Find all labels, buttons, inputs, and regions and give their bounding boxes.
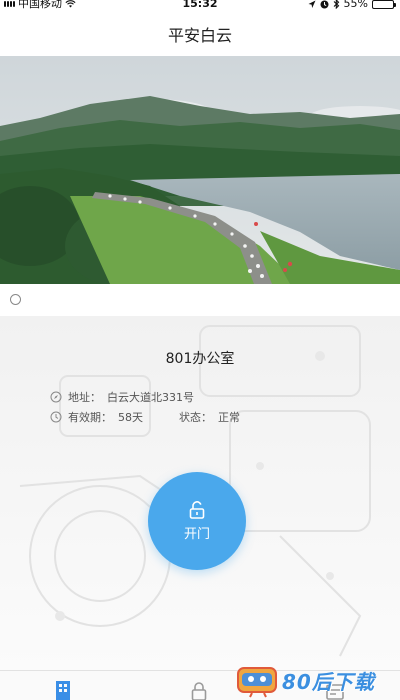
status-value: 正常 <box>218 411 240 424</box>
carousel-indicator[interactable] <box>10 294 21 305</box>
navigation-bar: 平安白云 <box>0 12 400 56</box>
banner-landscape-illustration <box>0 56 400 284</box>
clock-icon <box>50 411 62 423</box>
compass-icon <box>50 391 62 403</box>
watermark: 80后下载 <box>236 664 400 700</box>
battery-percent: 55% <box>343 0 368 10</box>
validity-row: 有效期： 58天 状态： 正常 <box>50 409 240 425</box>
status-right: 55% <box>308 0 396 10</box>
lock-icon[interactable] <box>188 679 210 700</box>
building-icon[interactable] <box>52 679 74 700</box>
location-arrow-icon <box>308 0 316 8</box>
open-door-label: 开门 <box>183 526 210 542</box>
banner-image[interactable] <box>0 56 400 284</box>
watermark-logo-icon <box>237 667 277 698</box>
status-bar: 中国移动 15:32 55% <box>0 0 400 12</box>
validity-value: 58天 <box>118 411 143 424</box>
address-row: 地址： 白云大道北331号 <box>50 389 194 405</box>
bluetooth-icon <box>333 0 339 9</box>
alarm-icon <box>320 0 329 8</box>
battery-icon <box>372 0 396 9</box>
open-door-button[interactable]: 开门 <box>148 472 246 570</box>
watermark-text: 80后下载 <box>282 670 375 694</box>
status-label: 状态： <box>179 411 212 424</box>
unlock-icon <box>189 500 205 519</box>
address-value: 白云大道北331号 <box>107 391 194 404</box>
validity-label: 有效期： <box>68 411 112 424</box>
page-title: 平安白云 <box>167 26 232 45</box>
address-label: 地址： <box>68 391 101 404</box>
room-name: 801办公室 <box>165 351 235 367</box>
